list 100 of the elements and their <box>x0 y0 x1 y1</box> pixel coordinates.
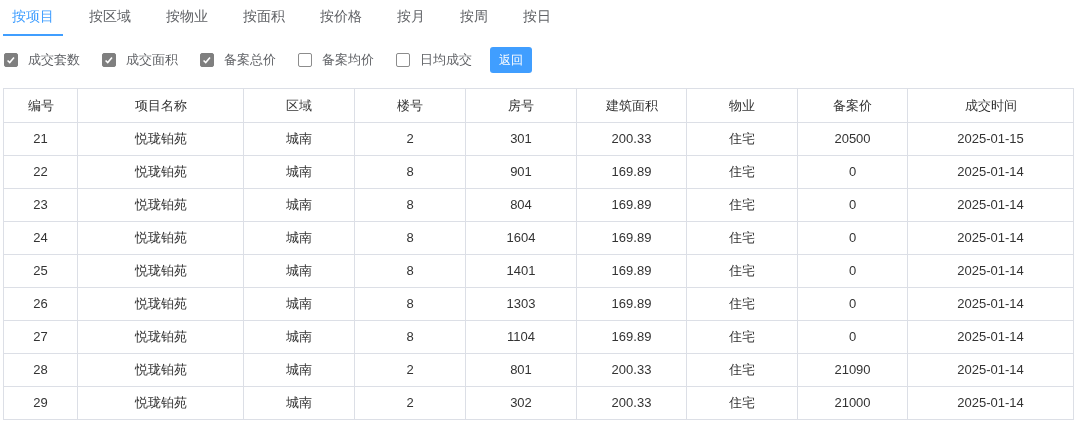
table-cell: 2025-01-14 <box>907 254 1074 288</box>
table-cell: 城南 <box>243 386 355 420</box>
tab[interactable]: 按物业 <box>157 6 217 36</box>
table-cell: 1604 <box>465 221 577 255</box>
table-cell: 2 <box>354 353 466 387</box>
table-cell: 2 <box>354 122 466 156</box>
table-cell: 169.89 <box>576 188 687 222</box>
table-cell: 801 <box>465 353 577 387</box>
column-header: 备案价 <box>797 88 908 123</box>
table-cell: 8 <box>354 254 466 288</box>
table-cell: 住宅 <box>686 353 798 387</box>
table-cell: 悦珑铂苑 <box>77 254 244 288</box>
tab[interactable]: 按面积 <box>234 6 294 36</box>
tab[interactable]: 按日 <box>514 6 560 36</box>
column-header: 房号 <box>465 88 577 123</box>
table-cell: 住宅 <box>686 122 798 156</box>
checkbox-label: 成交面积 <box>126 51 178 70</box>
table-cell: 2025-01-14 <box>907 386 1074 420</box>
table-cell: 23 <box>3 188 78 222</box>
column-header: 物业 <box>686 88 798 123</box>
table-cell: 169.89 <box>576 254 687 288</box>
table-cell: 200.33 <box>576 353 687 387</box>
table-cell: 302 <box>465 386 577 420</box>
check-icon <box>103 54 115 66</box>
table-cell: 0 <box>797 188 908 222</box>
table-cell: 住宅 <box>686 221 798 255</box>
table-cell: 悦珑铂苑 <box>77 386 244 420</box>
table-cell: 8 <box>354 188 466 222</box>
tab[interactable]: 按区域 <box>80 6 140 36</box>
column-header: 楼号 <box>354 88 466 123</box>
table-cell: 29 <box>3 386 78 420</box>
table-cell: 2025-01-14 <box>907 155 1074 189</box>
table-cell: 住宅 <box>686 155 798 189</box>
checkbox[interactable] <box>298 53 312 67</box>
table-cell: 200.33 <box>576 122 687 156</box>
table-cell: 2025-01-14 <box>907 353 1074 387</box>
table-cell: 28 <box>3 353 78 387</box>
table-cell: 悦珑铂苑 <box>77 287 244 321</box>
table-cell: 25 <box>3 254 78 288</box>
table-cell: 城南 <box>243 188 355 222</box>
table-cell: 0 <box>797 254 908 288</box>
table-cell: 21000 <box>797 386 908 420</box>
checkbox-label: 成交套数 <box>28 51 80 70</box>
checkbox-label: 日均成交 <box>420 51 472 70</box>
table-cell: 城南 <box>243 221 355 255</box>
table-cell: 1303 <box>465 287 577 321</box>
table-cell: 804 <box>465 188 577 222</box>
table-cell: 悦珑铂苑 <box>77 122 244 156</box>
table-cell: 住宅 <box>686 287 798 321</box>
check-icon <box>201 54 213 66</box>
table-cell: 住宅 <box>686 254 798 288</box>
checkbox[interactable] <box>396 53 410 67</box>
table-cell: 悦珑铂苑 <box>77 320 244 354</box>
table-cell: 2 <box>354 386 466 420</box>
table-cell: 21090 <box>797 353 908 387</box>
table-cell: 0 <box>797 287 908 321</box>
checkbox[interactable] <box>102 53 116 67</box>
table-cell: 1104 <box>465 320 577 354</box>
tab[interactable]: 按月 <box>388 6 434 36</box>
table-cell: 0 <box>797 155 908 189</box>
table-cell: 8 <box>354 221 466 255</box>
column-header: 成交时间 <box>907 88 1074 123</box>
table-cell: 2025-01-14 <box>907 287 1074 321</box>
column-header: 项目名称 <box>77 88 244 123</box>
table-cell: 悦珑铂苑 <box>77 155 244 189</box>
tab[interactable]: 按周 <box>451 6 497 36</box>
table-cell: 城南 <box>243 320 355 354</box>
table-cell: 169.89 <box>576 221 687 255</box>
table-cell: 2025-01-14 <box>907 221 1074 255</box>
table-cell: 悦珑铂苑 <box>77 221 244 255</box>
table-cell: 20500 <box>797 122 908 156</box>
table-cell: 169.89 <box>576 320 687 354</box>
table-cell: 2025-01-14 <box>907 320 1074 354</box>
table-cell: 301 <box>465 122 577 156</box>
table-cell: 2025-01-15 <box>907 122 1074 156</box>
table-cell: 城南 <box>243 254 355 288</box>
table-cell: 城南 <box>243 353 355 387</box>
checkbox[interactable] <box>4 53 18 67</box>
table-cell: 21 <box>3 122 78 156</box>
table-cell: 2025-01-14 <box>907 188 1074 222</box>
table-cell: 住宅 <box>686 320 798 354</box>
table-cell: 200.33 <box>576 386 687 420</box>
table-cell: 169.89 <box>576 155 687 189</box>
column-header: 建筑面积 <box>576 88 687 123</box>
check-icon <box>5 54 17 66</box>
checkbox[interactable] <box>200 53 214 67</box>
table-cell: 169.89 <box>576 287 687 321</box>
table-cell: 0 <box>797 221 908 255</box>
tab[interactable]: 按价格 <box>311 6 371 36</box>
checkbox-label: 备案总价 <box>224 51 276 70</box>
column-header: 区域 <box>243 88 355 123</box>
table-cell: 城南 <box>243 122 355 156</box>
table-cell: 26 <box>3 287 78 321</box>
table-cell: 22 <box>3 155 78 189</box>
table-cell: 8 <box>354 155 466 189</box>
checkbox-label: 备案均价 <box>322 51 374 70</box>
column-header: 编号 <box>3 88 78 123</box>
table-cell: 8 <box>354 320 466 354</box>
table-cell: 901 <box>465 155 577 189</box>
table-cell: 住宅 <box>686 386 798 420</box>
